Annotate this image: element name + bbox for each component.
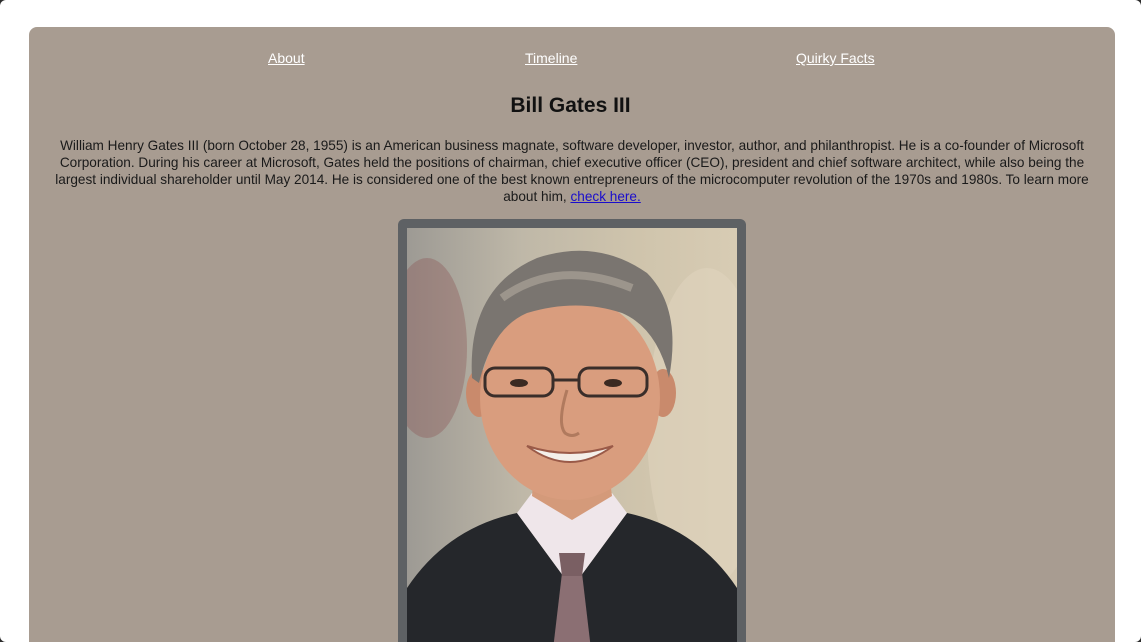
browser-viewport: About Timeline Quirky Facts Bill Gates I…: [0, 0, 1141, 642]
portrait-frame: [398, 219, 746, 642]
nav-link-timeline[interactable]: Timeline: [525, 50, 577, 66]
bio-paragraph: William Henry Gates III (born October 28…: [42, 137, 1102, 205]
page-title: Bill Gates III: [510, 94, 631, 117]
top-nav: About Timeline Quirky Facts: [0, 50, 1141, 70]
portrait-photo: [407, 228, 737, 642]
nav-link-quirky-facts[interactable]: Quirky Facts: [796, 50, 875, 66]
learn-more-link[interactable]: check here.: [570, 189, 640, 204]
nav-link-about[interactable]: About: [268, 50, 305, 66]
portrait-illustration: [407, 250, 737, 642]
